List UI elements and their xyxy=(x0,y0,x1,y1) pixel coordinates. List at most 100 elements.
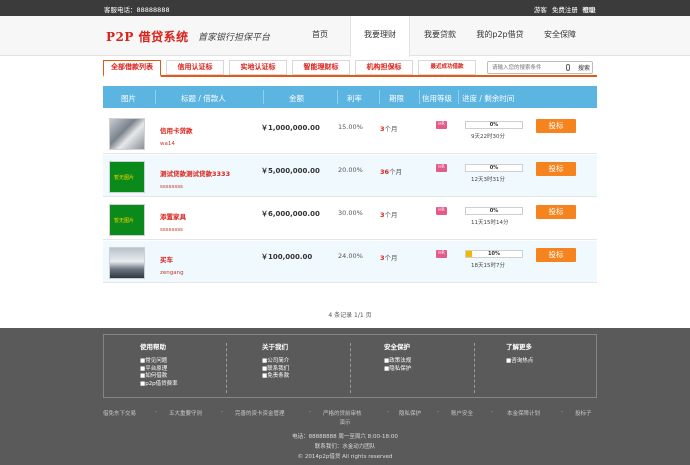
table-row[interactable]: 买车 zengang ￥100,000.00 24.00% 3个月 HR 10%… xyxy=(103,241,597,283)
footer-bottom-link[interactable]: 投标子 xyxy=(575,409,592,417)
footer-col-help: 使用帮助 ■常见问题 ■平台原理 ■如何借款 ■p2p借贷费率 xyxy=(140,341,178,388)
footer-link[interactable]: ■联系我们 xyxy=(262,366,289,374)
footer-link[interactable]: ■如何借款 xyxy=(140,373,178,381)
loan-title[interactable]: 测试贷款测试贷款3333 xyxy=(160,168,230,178)
loan-thumbnail[interactable] xyxy=(109,247,145,279)
guest-link[interactable]: 游客 xyxy=(534,6,547,14)
footer-bottom-link[interactable]: 五大重要守则 xyxy=(169,409,202,417)
progress-bar: 10% xyxy=(465,250,523,258)
bid-button[interactable]: 投标 xyxy=(536,205,576,219)
link-separator: - xyxy=(309,409,311,415)
search-box: 搜索 xyxy=(487,61,593,74)
footer-col-about: 关于我们 ■公司简介 ■联系我们 ■免责条款 xyxy=(262,341,289,381)
search-input[interactable] xyxy=(492,63,568,73)
search-button[interactable]: 搜索 xyxy=(578,63,590,72)
footer-col-title: 使用帮助 xyxy=(140,343,166,351)
footer-link[interactable]: ■隐私保护 xyxy=(384,366,411,374)
help-link[interactable]: 帮助 xyxy=(582,4,595,14)
footer-bottom-link[interactable]: 隐私保护 xyxy=(399,409,421,417)
footer-col-security: 安全保护 ■政策法规 ■隐私保护 xyxy=(384,341,411,373)
nav-home[interactable]: 首页 xyxy=(290,16,350,56)
loan-thumbnail[interactable] xyxy=(109,118,145,150)
footer-bottom-link-tail[interactable]: 演示 xyxy=(0,418,690,426)
tab-recent-success[interactable]: 最近成功借款 xyxy=(418,60,476,75)
bid-button[interactable]: 投标 xyxy=(536,119,576,133)
nav-invest[interactable]: 我要理财 xyxy=(350,16,410,57)
top-bar: 客服电话：88888888 游客 免费注册 登录 帮助 xyxy=(0,0,690,16)
loan-title[interactable]: 添置家具 xyxy=(160,211,186,221)
loan-thumbnail[interactable]: 暂无图片 xyxy=(109,204,145,236)
time-left: 9天22时30分 xyxy=(471,134,505,140)
header-divider xyxy=(458,90,459,104)
progress-bar: 0% xyxy=(465,164,523,172)
time-left: 12天3时31分 xyxy=(471,177,505,183)
header-divider xyxy=(337,90,338,104)
footer-bottom-link[interactable]: 账户安全 xyxy=(451,409,473,417)
tab-credit-loans[interactable]: 信用认证标 xyxy=(166,60,224,75)
footer-link[interactable]: ■平台原理 xyxy=(140,366,178,374)
progress-label: 0% xyxy=(489,208,499,214)
nav-security[interactable]: 安全保障 xyxy=(530,16,590,56)
loan-thumbnail[interactable]: 暂无图片 xyxy=(109,161,145,193)
time-left: 18天15时7分 xyxy=(471,263,505,269)
loan-rate: 30.00% xyxy=(338,209,363,217)
footer-link-box: 使用帮助 ■常见问题 ■平台原理 ■如何借款 ■p2p借贷费率 关于我们 ■公司… xyxy=(103,334,597,398)
bid-button[interactable]: 投标 xyxy=(536,162,576,176)
footer-link[interactable]: ■免责条款 xyxy=(262,373,289,381)
tab-onsite-loans[interactable]: 实地认证标 xyxy=(229,60,287,75)
link-separator: - xyxy=(437,409,439,415)
footer-col-title: 关于我们 xyxy=(262,343,288,351)
loan-title[interactable]: 买车 xyxy=(160,254,173,264)
term-unit: 个月 xyxy=(384,254,398,262)
loan-rate: 20.00% xyxy=(338,166,363,174)
footer-bottom-link[interactable]: 本金保障计划 xyxy=(507,409,540,417)
no-image-text: 暂无图片 xyxy=(114,218,135,224)
main-nav: 首页 我要理财 我要贷款 我的p2p借贷 安全保障 xyxy=(290,16,590,57)
footer-divider xyxy=(226,343,227,393)
loan-title[interactable]: 信用卡贷款 xyxy=(160,125,193,135)
nav-borrow[interactable]: 我要贷款 xyxy=(410,16,470,56)
table-row[interactable]: 暂无图片 测试贷款测试贷款3333 ssssssss ￥5,000,000.00… xyxy=(103,155,597,197)
footer-bottom-link[interactable]: 严格的贷前审核 xyxy=(323,409,362,417)
loan-term: 3个月 xyxy=(380,123,398,133)
site-footer: 使用帮助 ■常见问题 ■平台原理 ■如何借款 ■p2p借贷费率 关于我们 ■公司… xyxy=(0,328,690,465)
tab-all-loans[interactable]: 全部借款列表 xyxy=(103,60,161,77)
loan-term: 36个月 xyxy=(380,166,402,176)
loan-amount: ￥100,000.00 xyxy=(261,253,313,261)
header-divider xyxy=(263,90,264,104)
time-left: 11天15时14分 xyxy=(471,220,509,226)
link-separator: - xyxy=(221,409,223,415)
progress-bar: 0% xyxy=(465,207,523,215)
footer-bottom-link[interactable]: 借免东下交易 xyxy=(103,409,136,417)
pagination-info: 4 条记录 1/1 页 xyxy=(328,312,372,319)
table-row[interactable]: 暂无图片 添置家具 ssssssss ￥6,000,000.00 30.00% … xyxy=(103,198,597,240)
nav-my-account[interactable]: 我的p2p借贷 xyxy=(470,16,530,56)
tab-smart-loans[interactable]: 智能理财标 xyxy=(292,60,350,75)
footer-link[interactable]: ■常见问题 xyxy=(140,358,178,366)
footer-link[interactable]: ■政策法规 xyxy=(384,358,411,366)
col-image: 图片 xyxy=(121,94,136,103)
loan-amount: ￥6,000,000.00 xyxy=(261,210,320,218)
footer-divider xyxy=(350,343,351,393)
table-row[interactable]: 信用卡贷款 wa14 ￥1,000,000.00 15.00% 3个月 HR 0… xyxy=(103,112,597,154)
loan-amount: ￥5,000,000.00 xyxy=(261,167,320,175)
microphone-icon[interactable] xyxy=(566,64,570,71)
col-title-borrower: 标题 / 借款人 xyxy=(181,94,226,103)
loan-rate: 24.00% xyxy=(338,252,363,260)
register-link[interactable]: 免费注册 xyxy=(552,6,578,14)
site-slogan: 首家银行担保平台 xyxy=(198,33,271,43)
site-header: P2P 借贷系统 首家银行担保平台 首页 我要理财 我要贷款 我的p2p借贷 安… xyxy=(0,16,690,57)
footer-link[interactable]: ■p2p借贷费率 xyxy=(140,381,178,389)
bid-button[interactable]: 投标 xyxy=(536,248,576,262)
footer-divider xyxy=(474,343,475,393)
footer-link[interactable]: ■公司简介 xyxy=(262,358,289,366)
borrower-name: wa14 xyxy=(160,141,175,147)
footer-bottom-link[interactable]: 完善的资卡资金管理 xyxy=(235,409,285,417)
tab-guarantee-loans[interactable]: 机构担保标 xyxy=(355,60,413,75)
footer-link[interactable]: ■咨询热点 xyxy=(506,358,533,366)
no-image-text: 暂无图片 xyxy=(114,175,135,181)
link-separator: - xyxy=(561,409,563,415)
site-logo[interactable]: P2P 借贷系统 xyxy=(106,28,189,45)
footer-copyright: © 2014p2p借贷 All rights reserved xyxy=(297,454,393,460)
term-unit: 个月 xyxy=(389,168,403,176)
